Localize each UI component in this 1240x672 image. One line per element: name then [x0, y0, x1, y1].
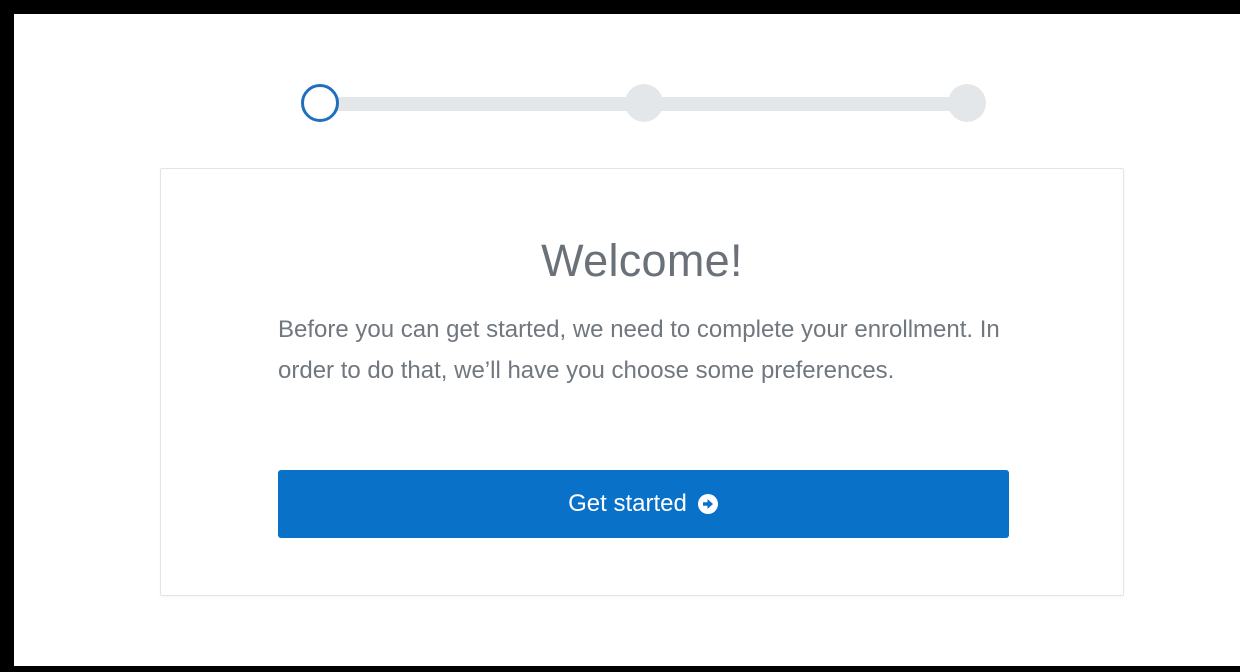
welcome-message: Before you can get started, we need to c…	[278, 316, 1000, 384]
step-indicator-3	[948, 84, 986, 122]
arrow-circle-right-icon	[697, 493, 719, 515]
get-started-label: Get started	[568, 490, 687, 517]
step-indicator-2	[625, 84, 663, 122]
page-frame: Welcome! Before you can get started, we …	[14, 14, 1240, 666]
progress-stepper	[301, 84, 987, 124]
step-indicator-1-active	[301, 84, 339, 122]
get-started-button[interactable]: Get started	[278, 470, 1009, 538]
welcome-title: Welcome!	[541, 235, 743, 286]
welcome-card: Welcome! Before you can get started, we …	[160, 168, 1124, 596]
